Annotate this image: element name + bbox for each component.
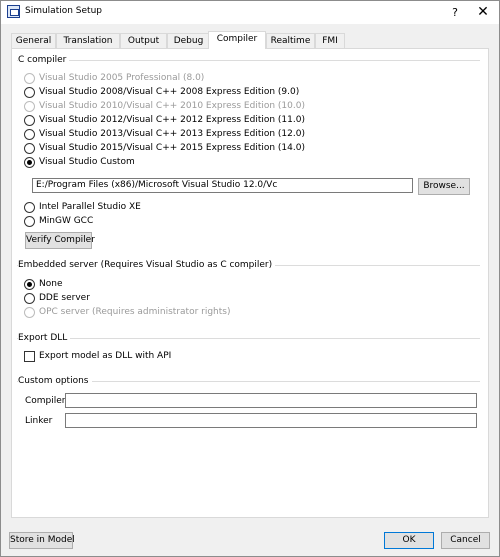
radio-mingw-gcc[interactable] — [24, 216, 35, 227]
tab-fmi[interactable]: FMI — [315, 33, 345, 48]
label-export-dll[interactable]: Export model as DLL with API — [39, 351, 171, 361]
simulation-setup-dialog: Simulation Setup ? ✕ General Translation… — [0, 0, 500, 557]
label-vs2005: Visual Studio 2005 Professional (8.0) — [39, 73, 205, 83]
label-vs2012[interactable]: Visual Studio 2012/Visual C++ 2012 Expre… — [39, 115, 305, 125]
tab-debug[interactable]: Debug — [167, 33, 210, 48]
help-button[interactable]: ? — [441, 1, 469, 24]
radio-vs2008[interactable] — [24, 87, 35, 98]
c-compiler-separator — [17, 60, 480, 61]
label-intel-parallel-studio[interactable]: Intel Parallel Studio XE — [39, 202, 141, 212]
label-vs2008[interactable]: Visual Studio 2008/Visual C++ 2008 Expre… — [39, 87, 299, 97]
radio-vs2015[interactable] — [24, 143, 35, 154]
browse-button[interactable]: Browse... — [418, 178, 470, 195]
tab-translation[interactable]: Translation — [56, 33, 120, 48]
compiler-options-field[interactable] — [65, 393, 477, 408]
ok-button[interactable]: OK — [384, 532, 434, 549]
title-bar[interactable]: Simulation Setup ? ✕ — [1, 1, 499, 24]
radio-dde-server[interactable] — [24, 293, 35, 304]
radio-server-none[interactable] — [24, 279, 35, 290]
label-vs2015[interactable]: Visual Studio 2015/Visual C++ 2015 Expre… — [39, 143, 305, 153]
close-button[interactable]: ✕ — [469, 1, 497, 24]
label-server-none[interactable]: None — [39, 279, 62, 289]
label-linker-options: Linker — [25, 416, 53, 426]
label-compiler-options: Compiler — [25, 396, 66, 406]
radio-vs2013[interactable] — [24, 129, 35, 140]
embedded-server-group-title: Embedded server (Requires Visual Studio … — [18, 260, 276, 270]
tab-general[interactable]: General — [11, 33, 56, 48]
radio-vs2010 — [24, 101, 35, 112]
export-dll-checkbox[interactable] — [24, 351, 35, 362]
tab-output[interactable]: Output — [120, 33, 167, 48]
tab-compiler[interactable]: Compiler — [208, 31, 266, 49]
label-vs2010: Visual Studio 2010/Visual C++ 2010 Expre… — [39, 101, 305, 111]
export-dll-separator — [17, 338, 480, 339]
window-title: Simulation Setup — [25, 6, 102, 16]
cancel-button[interactable]: Cancel — [441, 532, 490, 549]
label-mingw-gcc[interactable]: MinGW GCC — [39, 216, 93, 226]
c-compiler-group-title: C compiler — [18, 55, 70, 65]
radio-intel-parallel-studio[interactable] — [24, 202, 35, 213]
linker-options-field[interactable] — [65, 413, 477, 428]
store-in-model-button[interactable]: Store in Model — [9, 532, 75, 549]
radio-vs2005 — [24, 73, 35, 84]
app-window-icon — [7, 5, 20, 18]
tab-realtime[interactable]: Realtime — [266, 33, 315, 48]
label-opc-server: OPC server (Requires administrator right… — [39, 307, 231, 317]
custom-options-group-title: Custom options — [18, 376, 92, 386]
verify-compiler-button[interactable]: Verify Compiler — [25, 232, 95, 249]
label-vs-custom[interactable]: Visual Studio Custom — [39, 157, 135, 167]
label-dde-server[interactable]: DDE server — [39, 293, 90, 303]
vs-custom-path-field[interactable]: E:/Program Files (x86)/Microsoft Visual … — [32, 178, 413, 193]
label-vs2013[interactable]: Visual Studio 2013/Visual C++ 2013 Expre… — [39, 129, 305, 139]
compiler-panel: C compiler Visual Studio 2005 Profession… — [11, 48, 489, 518]
radio-vs2012[interactable] — [24, 115, 35, 126]
radio-opc-server — [24, 307, 35, 318]
export-dll-group-title: Export DLL — [18, 333, 71, 343]
radio-vs-custom[interactable] — [24, 157, 35, 168]
